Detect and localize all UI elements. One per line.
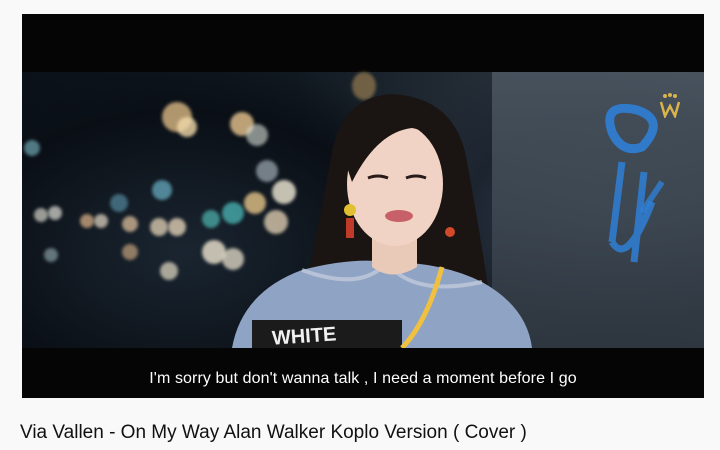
bokeh-light — [48, 206, 62, 220]
bokeh-light — [160, 262, 178, 280]
bokeh-light — [80, 214, 94, 228]
channel-logo-icon — [659, 93, 681, 118]
bokeh-light — [122, 216, 138, 232]
bokeh-light — [34, 208, 48, 222]
video-player[interactable]: WHITE I'm sorry but don't wanna talk , I… — [22, 14, 704, 398]
bokeh-light — [44, 248, 58, 262]
video-title[interactable]: Via Vallen - On My Way Alan Walker Koplo… — [20, 422, 527, 444]
bokeh-light — [152, 180, 172, 200]
bokeh-light — [24, 140, 40, 156]
bokeh-light — [94, 214, 108, 228]
graffiti-art — [605, 103, 665, 263]
bokeh-light — [122, 244, 138, 260]
singer-figure: WHITE — [232, 94, 532, 348]
bokeh-light — [150, 218, 168, 236]
bokeh-light — [110, 194, 128, 212]
bokeh-light — [168, 218, 186, 236]
video-frame: WHITE — [22, 72, 704, 348]
video-subtitle: I'm sorry but don't wanna talk , I need … — [149, 370, 577, 387]
bokeh-light — [177, 117, 197, 137]
shirt-text: WHITE — [271, 323, 337, 348]
